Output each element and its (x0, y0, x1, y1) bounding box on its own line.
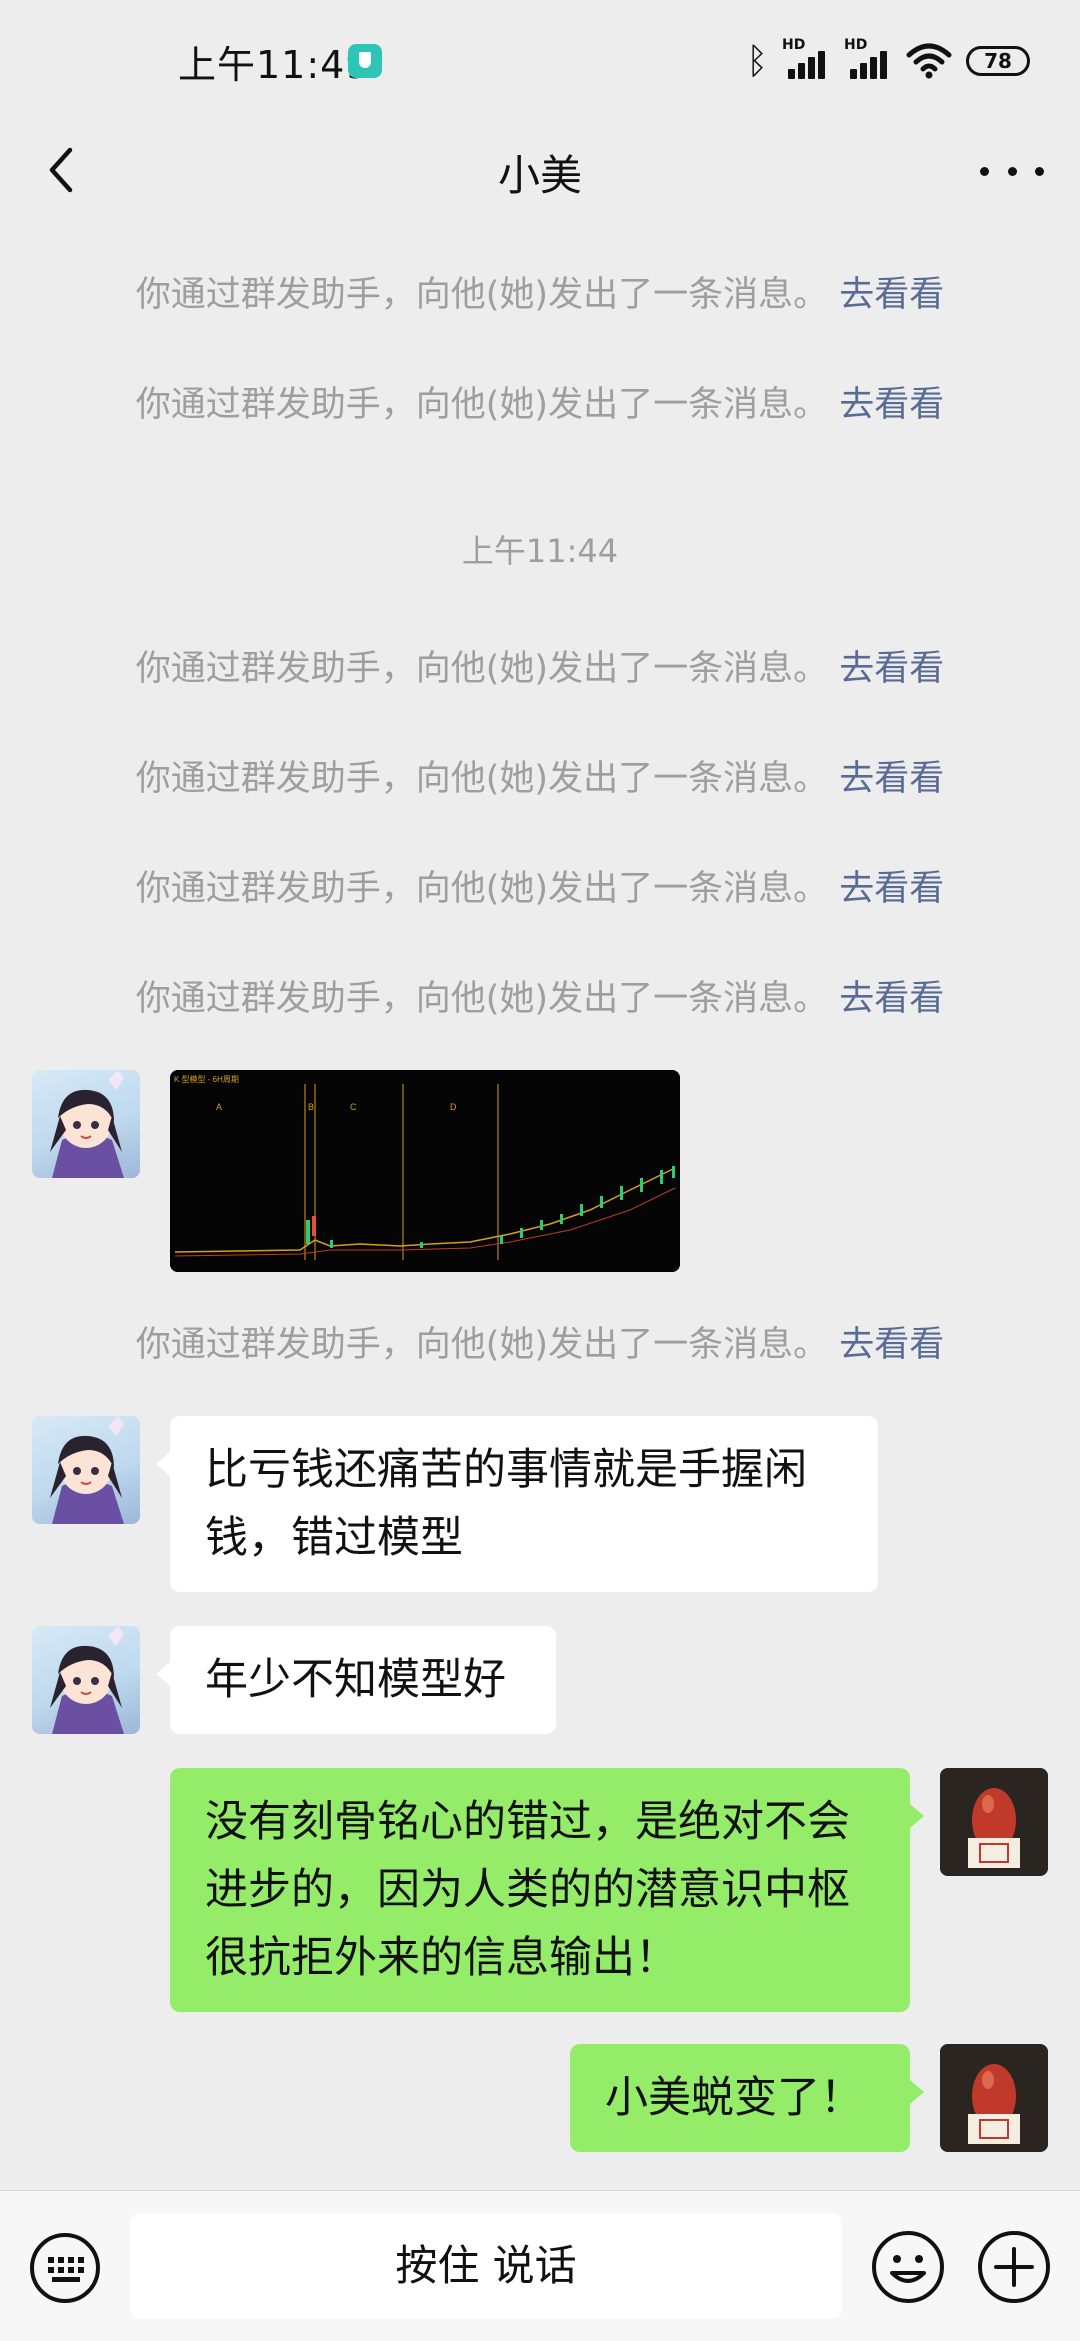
chat-area[interactable]: 你通过群发助手，向他(她)发出了一条消息。 去看看 你通过群发助手，向他(她)发… (0, 220, 1080, 2186)
system-message: 你通过群发助手，向他(她)发出了一条消息。 去看看 (0, 382, 1080, 428)
system-message-text: 你通过群发助手，向他(她)发出了一条消息。 (135, 759, 829, 799)
view-link[interactable]: 去看看 (839, 979, 944, 1019)
system-message: 你通过群发助手，向他(她)发出了一条消息。 去看看 (0, 1322, 1080, 1368)
chat-title: 小美 (497, 151, 582, 200)
status-time: 上午11:49 (178, 43, 371, 87)
system-message: 你通过群发助手，向他(她)发出了一条消息。 去看看 (0, 272, 1080, 318)
view-link[interactable]: 去看看 (839, 1325, 944, 1365)
system-message: 你通过群发助手，向他(她)发出了一条消息。 去看看 (0, 646, 1080, 692)
system-message-text: 你通过群发助手，向他(她)发出了一条消息。 (135, 869, 829, 909)
view-link[interactable]: 去看看 (839, 385, 944, 425)
message-timestamp: 上午11:44 (461, 532, 619, 570)
view-link[interactable]: 去看看 (839, 649, 944, 689)
anime-girl-avatar-icon (50, 1070, 124, 1178)
nav-bar: 小美 (0, 120, 1080, 220)
message-bubble-incoming[interactable]: 年少不知模型好 (156, 1626, 556, 1734)
system-message-text: 你通过群发助手，向他(她)发出了一条消息。 (135, 649, 829, 689)
my-avatar[interactable] (940, 2044, 1048, 2152)
anime-girl-avatar-icon (50, 1626, 124, 1734)
chart-label-a: A (216, 1102, 222, 1112)
chart-label-d: D (450, 1102, 457, 1112)
signal-icon: HD (782, 37, 830, 81)
signal-hd-label-2: HD (844, 37, 868, 53)
signal-icon-2: HD (844, 37, 892, 81)
system-message-text: 你通过群发助手，向他(她)发出了一条消息。 (135, 979, 829, 1019)
hold-to-talk-button[interactable]: 按住 说话 (130, 2213, 842, 2319)
system-message-text: 你通过群发助手，向他(她)发出了一条消息。 (135, 275, 829, 315)
battery-icon: 78 (966, 46, 1030, 76)
candlestick-chart-image: K 型模型 - 6H周期 A B C D (170, 1070, 680, 1272)
chart-image-message[interactable]: K 型模型 - 6H周期 A B C D (170, 1070, 680, 1272)
status-indicators: ᛒ HD HD 78 (746, 37, 1030, 84)
view-link[interactable]: 去看看 (839, 869, 944, 909)
message-bubble-outgoing[interactable]: 没有刻骨铭心的错过，是绝对不会进步的，因为人类的的潜意识中枢很抗拒外来的信息输出… (170, 1768, 924, 2012)
chart-label-b: B (308, 1102, 314, 1112)
shield-icon (348, 44, 382, 78)
contact-avatar[interactable] (32, 1070, 140, 1178)
view-link[interactable]: 去看看 (839, 759, 944, 799)
input-bar: 按住 说话 (0, 2190, 1080, 2341)
emoji-icon[interactable] (870, 2229, 946, 2305)
keyboard-toggle-icon[interactable] (28, 2231, 102, 2305)
view-link[interactable]: 去看看 (839, 275, 944, 315)
anime-girl-avatar-icon (50, 1416, 124, 1524)
chart-label-c: C (350, 1102, 357, 1112)
system-message: 你通过群发助手，向他(她)发出了一条消息。 去看看 (0, 866, 1080, 912)
wifi-icon (906, 43, 952, 79)
chart-image-header: K 型模型 - 6H周期 (174, 1074, 239, 1084)
more-options-icon[interactable] (980, 156, 1044, 186)
system-message: 你通过群发助手，向他(她)发出了一条消息。 去看看 (0, 756, 1080, 802)
bluetooth-icon: ᛒ (746, 40, 768, 82)
system-message: 你通过群发助手，向他(她)发出了一条消息。 去看看 (0, 976, 1080, 1022)
status-bar: 上午11:49 ᛒ HD HD 78 (0, 0, 1080, 120)
signal-hd-label: HD (782, 37, 806, 53)
message-bubble-outgoing[interactable]: 小美蜕变了！ (570, 2044, 924, 2152)
seal-stamp-avatar-icon (940, 1768, 1048, 1876)
contact-avatar[interactable] (32, 1626, 140, 1734)
contact-avatar[interactable] (32, 1416, 140, 1524)
system-message-text: 你通过群发助手，向他(她)发出了一条消息。 (135, 1325, 829, 1365)
seal-stamp-avatar-icon (940, 2044, 1048, 2152)
my-avatar[interactable] (940, 1768, 1048, 1876)
plus-icon[interactable] (976, 2229, 1052, 2305)
system-message-text: 你通过群发助手，向他(她)发出了一条消息。 (135, 385, 829, 425)
message-bubble-incoming[interactable]: 比亏钱还痛苦的事情就是手握闲钱，错过模型 (156, 1416, 878, 1592)
